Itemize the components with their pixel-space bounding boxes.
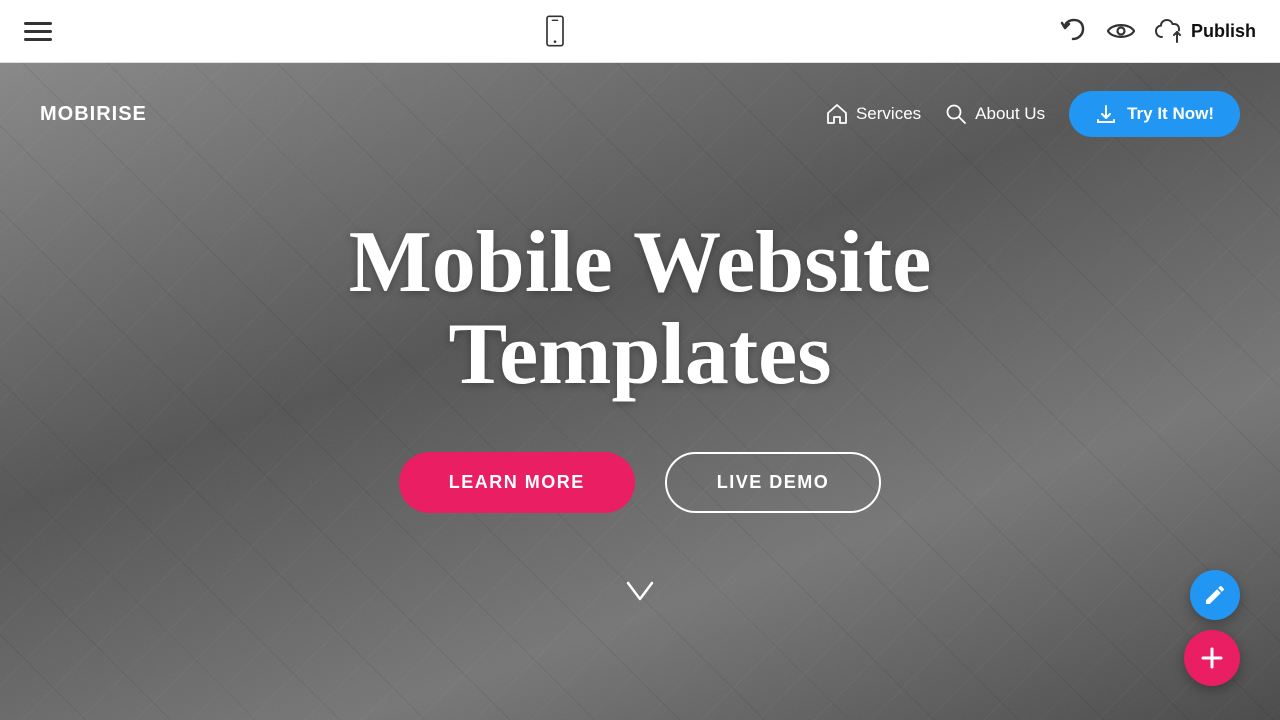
phone-icon [539, 15, 571, 47]
toolbar-left [24, 22, 52, 41]
scroll-down-arrow[interactable] [0, 573, 1280, 616]
cloud-upload-icon [1155, 17, 1183, 45]
live-demo-button[interactable]: LIVE DEMO [665, 452, 882, 513]
brand-logo: MOBIRISE [40, 103, 147, 126]
preview-button[interactable] [1107, 17, 1135, 45]
try-now-button[interactable]: Try It Now! [1069, 91, 1240, 137]
search-icon [945, 103, 967, 125]
nav-services[interactable]: Services [826, 103, 921, 125]
home-icon [826, 103, 848, 125]
nav-about[interactable]: About Us [945, 103, 1045, 125]
hero-content: Mobile Website Templates LEARN MORE LIVE… [0, 217, 1280, 513]
download-icon [1095, 103, 1117, 125]
hero-title: Mobile Website Templates [349, 217, 932, 402]
services-label: Services [856, 104, 921, 124]
undo-button[interactable] [1059, 17, 1087, 45]
try-label: Try It Now! [1127, 104, 1214, 124]
publish-label: Publish [1191, 21, 1256, 42]
main-hero: MOBIRISE Services About Us [0, 63, 1280, 720]
toolbar: Publish [0, 0, 1280, 63]
fab-add-button[interactable] [1184, 630, 1240, 686]
toolbar-center [539, 15, 571, 47]
nav-links: Services About Us Try It Now! [826, 91, 1240, 137]
hero-buttons: LEARN MORE LIVE DEMO [399, 452, 882, 513]
undo-icon [1059, 17, 1087, 45]
chevron-down-icon [622, 573, 658, 609]
learn-more-button[interactable]: LEARN MORE [399, 452, 635, 513]
toolbar-right: Publish [1059, 17, 1256, 45]
menu-button[interactable] [24, 22, 52, 41]
fab-edit-button[interactable] [1190, 570, 1240, 620]
hero-nav: MOBIRISE Services About Us [0, 63, 1280, 137]
publish-button[interactable]: Publish [1155, 17, 1256, 45]
eye-icon [1107, 17, 1135, 45]
about-label: About Us [975, 104, 1045, 124]
plus-icon [1198, 644, 1226, 672]
pencil-icon [1203, 583, 1227, 607]
